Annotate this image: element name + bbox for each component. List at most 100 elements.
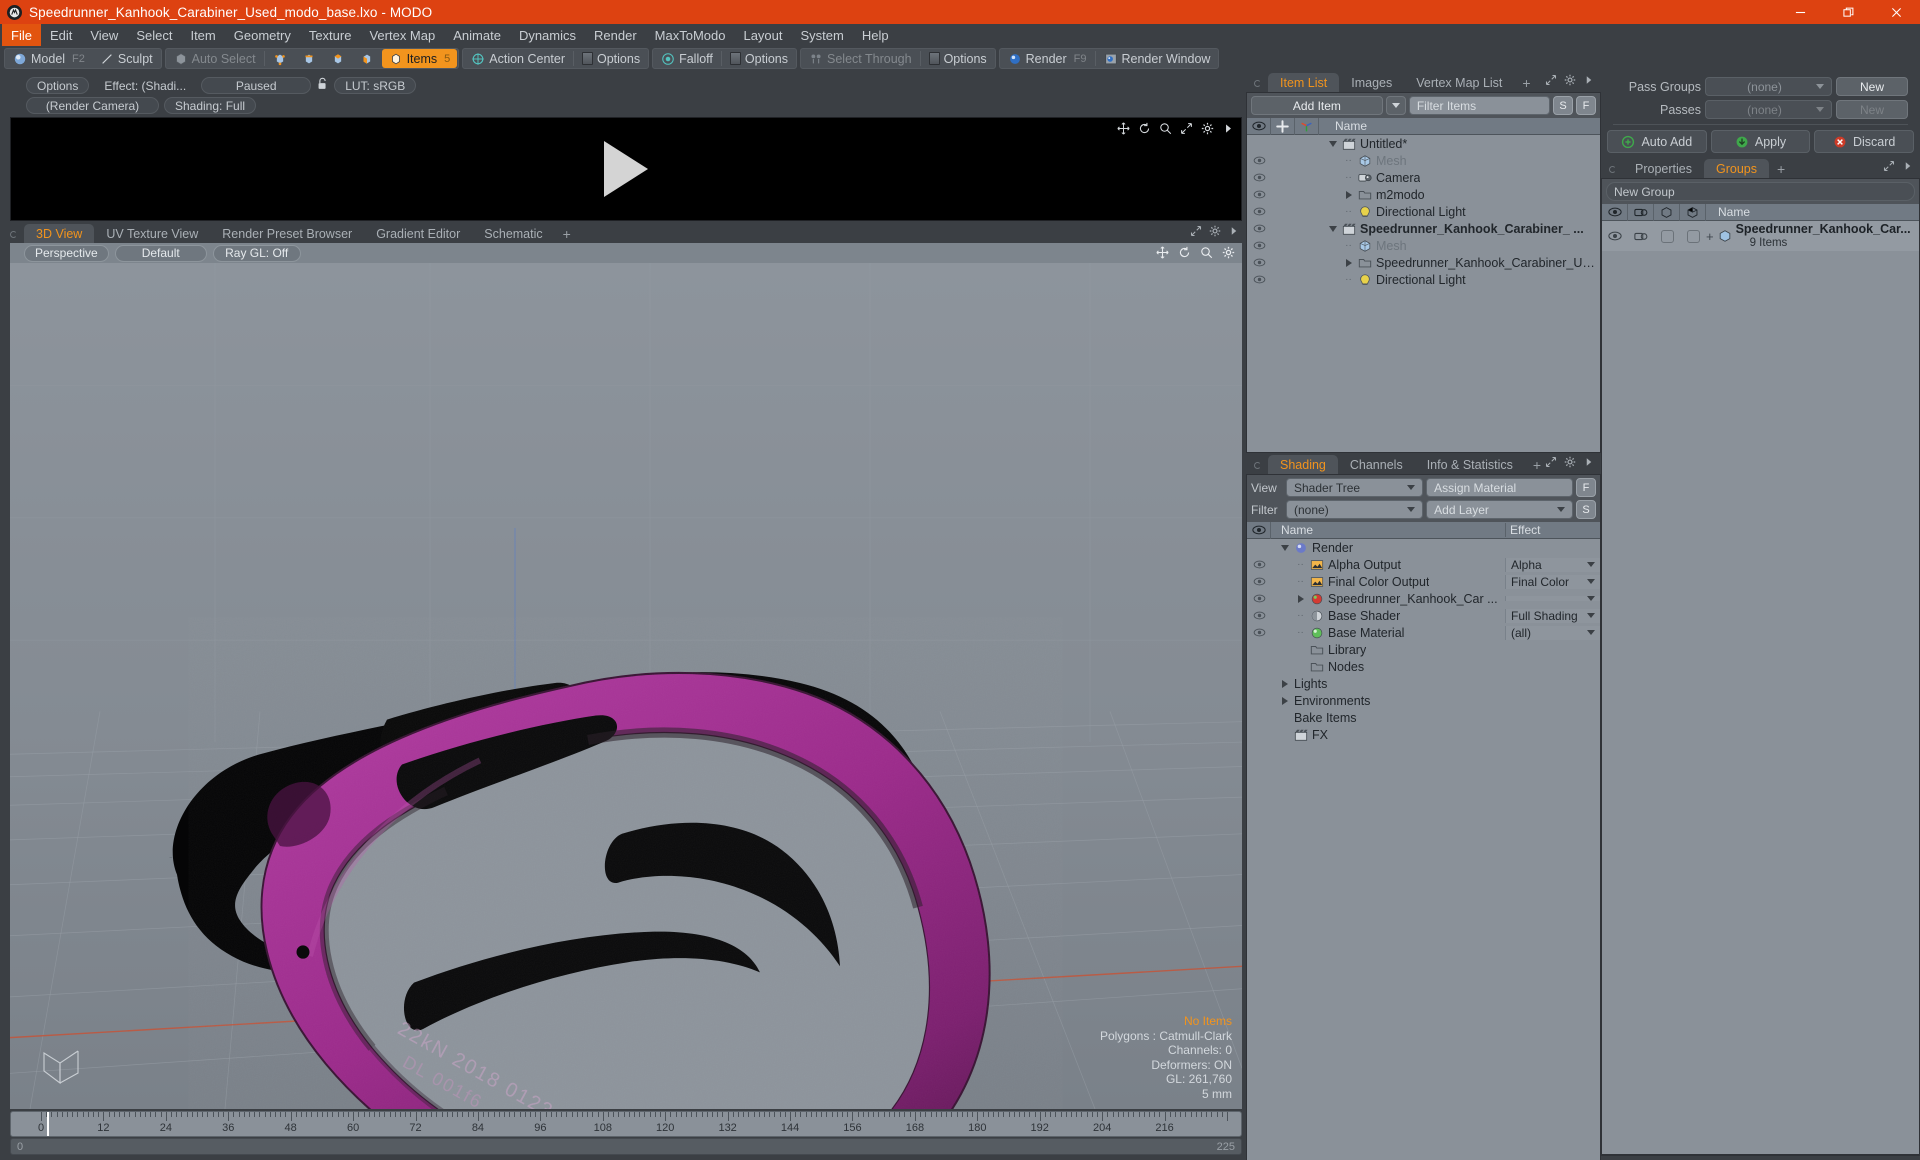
menu-item-texture[interactable]: Texture xyxy=(300,24,361,46)
expand-icon-4[interactable] xyxy=(1545,456,1557,471)
render-preview-canvas[interactable] xyxy=(10,117,1242,221)
item-list-f-button[interactable]: F xyxy=(1576,96,1596,115)
menu-item-system[interactable]: System xyxy=(792,24,853,46)
transform-column-header[interactable] xyxy=(1295,117,1319,135)
minimize-button[interactable] xyxy=(1776,0,1824,24)
add-item-dropdown-button[interactable] xyxy=(1385,96,1406,115)
preview-paused-button[interactable]: Paused xyxy=(201,77,312,94)
item-list-s-button[interactable]: S xyxy=(1553,96,1573,115)
visibility-toggle[interactable] xyxy=(1247,275,1271,284)
tab-info-statistics[interactable]: Info & Statistics xyxy=(1415,455,1525,474)
tab-channels[interactable]: Channels xyxy=(1338,455,1415,474)
gear-icon-6[interactable] xyxy=(1564,456,1576,471)
visibility-toggle[interactable] xyxy=(1247,173,1271,182)
group-visibility-toggle[interactable] xyxy=(1602,231,1628,241)
item-list-tab-add-button[interactable]: + xyxy=(1514,73,1538,92)
expand-icon-3[interactable] xyxy=(1545,74,1557,89)
discard-button[interactable]: Discard xyxy=(1814,130,1915,153)
chevron-down-icon[interactable] xyxy=(1587,630,1595,635)
chevron-right-icon-2[interactable] xyxy=(1228,225,1240,240)
auto-add-button[interactable]: Auto Add xyxy=(1607,130,1707,153)
menu-item-render[interactable]: Render xyxy=(585,24,646,46)
shader-row-effect-cell[interactable]: Alpha xyxy=(1505,557,1600,572)
menu-item-dynamics[interactable]: Dynamics xyxy=(510,24,585,46)
twirl-right-icon[interactable] xyxy=(1295,594,1306,603)
shader-tree-row[interactable]: ·· Final Color Output Final Color xyxy=(1247,573,1600,590)
menu-item-geometry[interactable]: Geometry xyxy=(225,24,300,46)
menu-item-layout[interactable]: Layout xyxy=(734,24,791,46)
add-layer-dropdown[interactable]: Add Layer xyxy=(1426,500,1573,519)
play-triangle-icon[interactable] xyxy=(604,141,648,197)
tab-schematic[interactable]: Schematic xyxy=(472,224,554,243)
passes-dropdown[interactable]: (none) xyxy=(1705,100,1832,119)
shading-filter-dropdown[interactable]: (none) xyxy=(1286,500,1424,519)
pass-groups-new-button[interactable]: New xyxy=(1836,77,1908,96)
menu-item-edit[interactable]: Edit xyxy=(41,24,81,46)
tab-render-preset-browser[interactable]: Render Preset Browser xyxy=(210,224,364,243)
zoom-icon-2[interactable] xyxy=(1200,246,1213,262)
render-window-button[interactable]: Render Window xyxy=(1097,49,1218,68)
chevron-right-icon-3[interactable] xyxy=(1583,74,1595,89)
groups-tree-row[interactable]: + Speedrunner_Kanhook_Car... 9 Items xyxy=(1602,221,1919,251)
twirl-right-icon[interactable] xyxy=(1343,190,1354,199)
groups-mesh-column-header[interactable] xyxy=(1654,203,1680,221)
shader-row-effect-cell[interactable]: Full Shading xyxy=(1505,608,1600,623)
panel-menu-dot-icon-2[interactable] xyxy=(1254,80,1261,87)
menu-item-vertex-map[interactable]: Vertex Map xyxy=(360,24,444,46)
chevron-down-icon[interactable] xyxy=(1587,596,1595,601)
tab-gradient-editor[interactable]: Gradient Editor xyxy=(364,224,472,243)
shader-tree-row[interactable]: ·· Base Material (all) xyxy=(1247,624,1600,641)
tab-vertex-map-list[interactable]: Vertex Map List xyxy=(1404,73,1514,92)
visibility-toggle[interactable] xyxy=(1247,207,1271,216)
new-group-button[interactable]: New Group xyxy=(1606,182,1915,201)
add-item-button[interactable]: Add Item xyxy=(1251,96,1383,115)
filter-items-input[interactable]: Filter Items xyxy=(1408,96,1550,115)
group-render-checkbox[interactable] xyxy=(1680,229,1706,243)
preview-lut-button[interactable]: LUT: sRGB xyxy=(334,77,417,94)
twirl-down-icon[interactable] xyxy=(1327,225,1338,232)
item-list-row[interactable]: Untitled* xyxy=(1247,135,1600,152)
chevron-right-icon-4[interactable] xyxy=(1583,456,1595,471)
shader-tree-row[interactable]: Environments xyxy=(1247,692,1600,709)
maximize-button[interactable] xyxy=(1824,0,1872,24)
menu-item-animate[interactable]: Animate xyxy=(444,24,510,46)
shader-row-effect-cell[interactable]: Final Color xyxy=(1505,574,1600,589)
shading-tree[interactable]: Render ·· Alpha Output Alpha ·· Final Color O… xyxy=(1247,539,1600,1160)
viewport-shading-style-button[interactable]: Default xyxy=(114,244,207,262)
panel-menu-dot-icon[interactable] xyxy=(10,231,17,238)
chevron-right-icon[interactable] xyxy=(1222,122,1235,138)
preview-options-button[interactable]: Options xyxy=(26,77,90,94)
visibility-toggle[interactable] xyxy=(1247,594,1271,603)
shader-tree-row[interactable]: Library xyxy=(1247,641,1600,658)
shader-row-effect-cell[interactable]: (all) xyxy=(1505,625,1600,640)
item-list-row[interactable]: ·· Camera xyxy=(1247,169,1600,186)
model-mode-button[interactable]: Model F2 xyxy=(6,49,92,68)
visibility-toggle[interactable] xyxy=(1247,577,1271,586)
visibility-toggle[interactable] xyxy=(1247,224,1271,233)
gear-icon[interactable] xyxy=(1201,122,1214,138)
shader-tree-dropdown[interactable]: Shader Tree xyxy=(1286,478,1424,497)
vertex-mode-button[interactable] xyxy=(266,49,294,68)
groups-camera-column-header[interactable] xyxy=(1628,203,1654,221)
select-through-button[interactable]: Select Through xyxy=(802,49,919,68)
twirl-down-icon[interactable] xyxy=(1279,544,1290,551)
tab-item-list[interactable]: Item List xyxy=(1268,73,1340,92)
viewport-raygl-button[interactable]: Ray GL: Off xyxy=(212,244,301,262)
expand-icon-2[interactable] xyxy=(1190,225,1202,240)
menu-item-file[interactable]: File xyxy=(2,24,41,46)
item-list-row[interactable]: Speedrunner_Kanhook_Carabiner_ ... xyxy=(1247,220,1600,237)
chevron-down-icon[interactable] xyxy=(1587,562,1595,567)
falloff-button[interactable]: Falloff xyxy=(654,49,720,68)
items-mode-button[interactable]: Items 5 xyxy=(381,49,458,68)
menu-item-help[interactable]: Help xyxy=(853,24,898,46)
menu-item-maxtomodo[interactable]: MaxToModo xyxy=(646,24,735,46)
menu-item-view[interactable]: View xyxy=(81,24,127,46)
item-list-tree[interactable]: Untitled* ·· Mesh ·· Camera m2modo ·· Direction… xyxy=(1247,135,1600,452)
item-list-row[interactable]: m2modo xyxy=(1247,186,1600,203)
unlock-icon[interactable] xyxy=(316,77,329,94)
chevron-right-icon-5[interactable] xyxy=(1902,160,1914,175)
passes-new-button[interactable]: New xyxy=(1836,100,1908,119)
auto-select-button[interactable]: Auto Select xyxy=(167,49,263,68)
preview-effect-label[interactable]: Effect: (Shadi... xyxy=(94,77,196,94)
shader-tree-row[interactable]: Lights xyxy=(1247,675,1600,692)
